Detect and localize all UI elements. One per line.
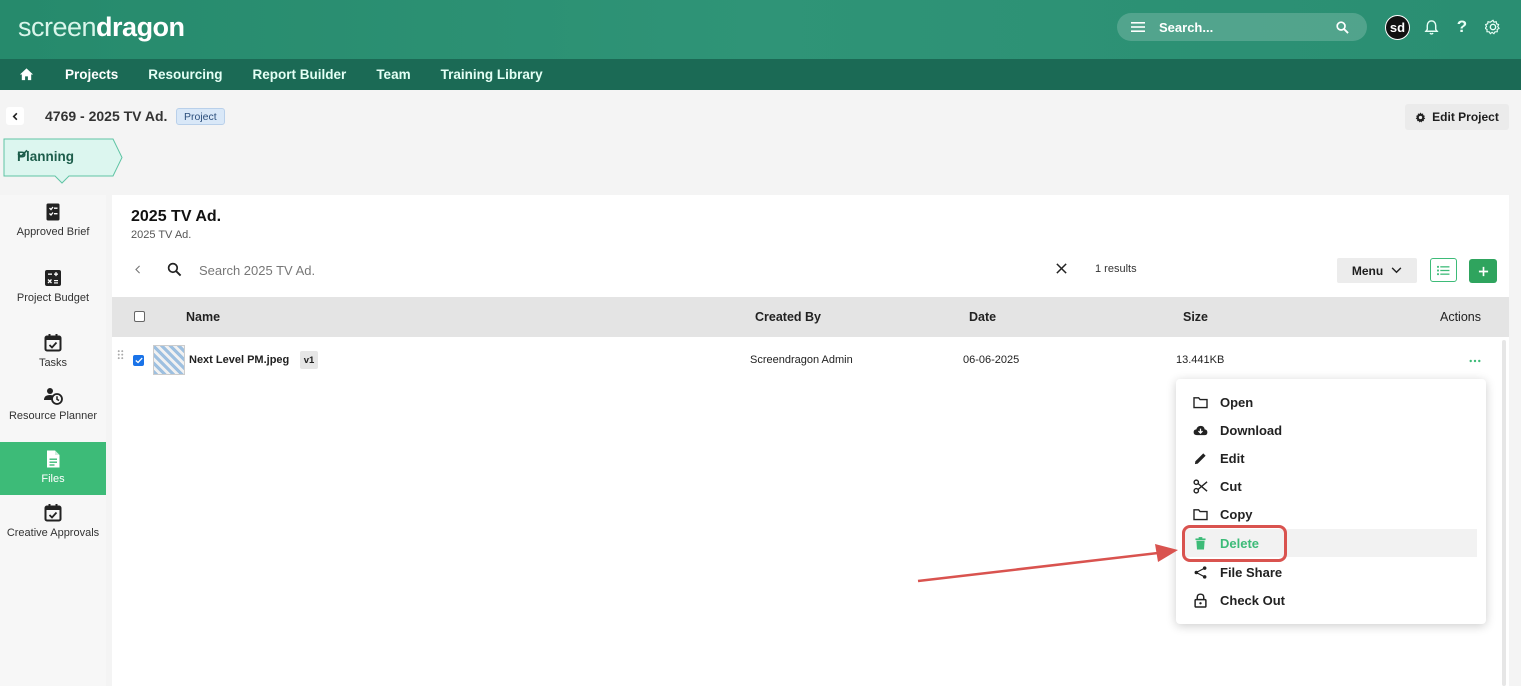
annotation-arrow	[917, 544, 1178, 583]
